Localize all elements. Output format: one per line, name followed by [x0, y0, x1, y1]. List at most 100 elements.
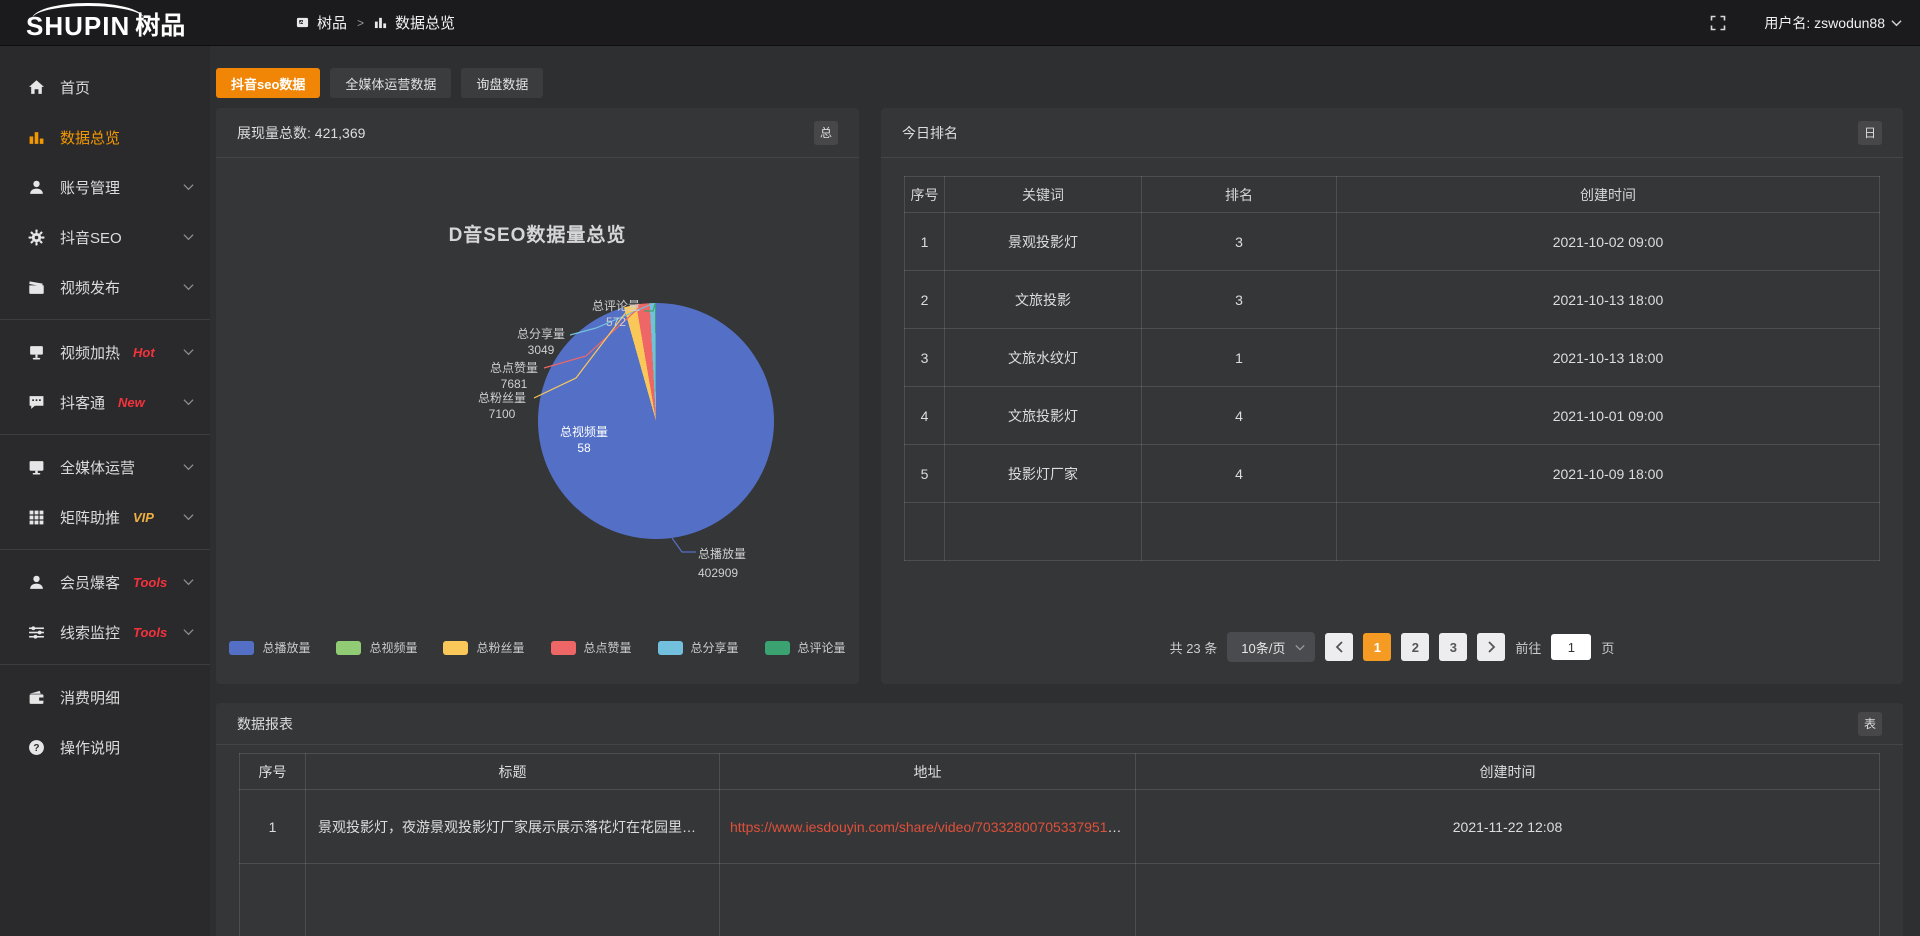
- page-button-1[interactable]: 1: [1363, 633, 1391, 661]
- tab-douyin-seo-data[interactable]: 抖音seo数据: [216, 68, 320, 98]
- tab-row: 抖音seo数据 全媒体运营数据 询盘数据: [216, 68, 1903, 98]
- sidebar-item-member-tools[interactable]: 会员爆客 Tools: [0, 557, 210, 607]
- legend-item-likes[interactable]: 总点赞量: [551, 639, 632, 656]
- sidebar-item-label: 全媒体运营: [60, 457, 135, 478]
- chevron-down-icon: [183, 578, 194, 586]
- day-badge-button[interactable]: 日: [1858, 121, 1882, 145]
- table-row: 2 文旅投影 3 2021-10-13 18:00: [905, 271, 1880, 329]
- prev-page-button[interactable]: [1325, 633, 1353, 661]
- chevron-down-icon: [183, 183, 194, 191]
- data-report-panel: 数据报表 表 序号 标题 地址 创建时间 1 景观投影灯，夜游景观投影灯厂家展示…: [216, 703, 1903, 936]
- goto-suffix: 页: [1601, 638, 1614, 657]
- app-logo: SHUPIN 树品: [0, 0, 210, 46]
- wallet-icon: [28, 688, 46, 706]
- sidebar: 首页 数据总览 账号管理 抖音SEO: [0, 46, 210, 936]
- sidebar-item-label: 视频发布: [60, 277, 120, 298]
- breadcrumb-root[interactable]: 树品: [317, 12, 347, 33]
- today-ranking-panel: 今日排名 日 序号 关键词 排名 创建时间 1 景观投影灯 3 2021-10-…: [881, 108, 1903, 684]
- sliders-icon: [28, 623, 46, 641]
- goto-page-input[interactable]: [1551, 634, 1591, 660]
- pie-label-plays: 总播放量402909: [698, 545, 818, 583]
- sidebar-item-omnimedia[interactable]: 全媒体运营: [0, 442, 210, 492]
- sidebar-item-matrix-boost[interactable]: 矩阵助推 VIP: [0, 492, 210, 542]
- chevron-down-icon: [183, 348, 194, 356]
- heat-tv-icon: [28, 343, 46, 361]
- user-menu[interactable]: 用户名: zswodun88: [1764, 13, 1902, 33]
- table-badge-button[interactable]: 表: [1858, 712, 1882, 736]
- sidebar-item-home[interactable]: 首页: [0, 62, 210, 112]
- table-row: 3 文旅水纹灯 1 2021-10-13 18:00: [905, 329, 1880, 387]
- home-icon: [28, 78, 46, 96]
- svg-text:?: ?: [33, 743, 39, 754]
- page-button-3[interactable]: 3: [1439, 633, 1467, 661]
- col-header: 标题: [306, 754, 720, 790]
- chart-legend: 总播放量 总视频量 总粉丝量 总点赞量 总分享量 总评论量: [216, 639, 859, 656]
- table-header-row: 序号 关键词 排名 创建时间: [905, 177, 1880, 213]
- sidebar-divider: [0, 434, 210, 435]
- legend-item-fans[interactable]: 总粉丝量: [443, 639, 524, 656]
- table-empty-row: [905, 503, 1880, 561]
- legend-swatch: [229, 641, 254, 655]
- legend-item-comments[interactable]: 总评论量: [765, 639, 846, 656]
- window-icon: [296, 16, 309, 29]
- sidebar-item-doukatong[interactable]: 抖客通 New: [0, 377, 210, 427]
- pie-label-fans: 总粉丝量7100: [454, 390, 550, 422]
- question-circle-icon: ?: [28, 738, 46, 756]
- sidebar-item-help[interactable]: ? 操作说明: [0, 722, 210, 772]
- sidebar-item-video-publish[interactable]: 视频发布: [0, 262, 210, 312]
- col-header: 创建时间: [1136, 754, 1880, 790]
- chat-icon: [28, 393, 46, 411]
- sidebar-item-label: 会员爆客: [60, 572, 120, 593]
- sidebar-item-label: 数据总览: [60, 127, 120, 148]
- next-page-button[interactable]: [1477, 633, 1505, 661]
- topbar-right: 用户名: zswodun88: [1710, 13, 1920, 33]
- sidebar-item-douyin-seo[interactable]: 抖音SEO: [0, 212, 210, 262]
- sidebar-divider: [0, 549, 210, 550]
- sidebar-item-data-overview[interactable]: 数据总览: [0, 112, 210, 162]
- sidebar-item-label: 账号管理: [60, 177, 120, 198]
- report-table: 序号 标题 地址 创建时间 1 景观投影灯，夜游景观投影灯厂家展示展示落花灯在花…: [239, 753, 1880, 936]
- pagination: 共 23 条 10条/页 1 2 3 前往 页: [881, 632, 1903, 662]
- tools-badge: Tools: [133, 625, 167, 640]
- clapperboard-icon: [28, 278, 46, 296]
- chevron-down-icon: [183, 513, 194, 521]
- sidebar-item-consumption[interactable]: 消费明细: [0, 672, 210, 722]
- table-row: 4 文旅投影灯 4 2021-10-01 09:00: [905, 387, 1880, 445]
- sidebar-item-video-heat[interactable]: 视频加热 Hot: [0, 327, 210, 377]
- user-icon: [28, 178, 46, 196]
- fullscreen-icon[interactable]: [1710, 15, 1726, 31]
- tab-inquiry-data[interactable]: 询盘数据: [461, 68, 543, 98]
- tools-badge: Tools: [133, 575, 167, 590]
- legend-swatch: [443, 641, 468, 655]
- user-icon: [28, 573, 46, 591]
- sidebar-item-lead-monitor[interactable]: 线索监控 Tools: [0, 607, 210, 657]
- sidebar-divider: [0, 664, 210, 665]
- chevron-down-icon: [183, 628, 194, 636]
- video-link[interactable]: https://www.iesdouyin.com/share/video/70…: [730, 819, 1136, 835]
- page-button-2[interactable]: 2: [1401, 633, 1429, 661]
- panel-title: 展现量总数: 421,369: [237, 123, 365, 143]
- col-header: 地址: [720, 754, 1136, 790]
- tab-omnimedia-data[interactable]: 全媒体运营数据: [330, 68, 451, 98]
- chevron-down-icon: [183, 233, 194, 241]
- col-header: 创建时间: [1337, 177, 1880, 213]
- bar-chart-icon: [374, 16, 387, 29]
- sidebar-item-label: 抖音SEO: [60, 227, 122, 248]
- total-badge-button[interactable]: 总: [814, 121, 838, 145]
- chart-title: D音SEO数据量总览: [216, 220, 859, 247]
- chevron-down-icon: [183, 283, 194, 291]
- breadcrumb-separator: >: [357, 16, 364, 30]
- grid-icon: [28, 508, 46, 526]
- topbar: SHUPIN 树品 树品 > 数据总览 用户名: zswodun88: [0, 0, 1920, 46]
- legend-swatch: [658, 641, 683, 655]
- chevron-left-icon: [1335, 641, 1344, 653]
- table-header-row: 序号 标题 地址 创建时间: [240, 754, 1880, 790]
- pie-label-videos: 总视频量58: [536, 424, 632, 456]
- legend-item-plays[interactable]: 总播放量: [229, 639, 310, 656]
- chevron-down-icon: [1891, 19, 1902, 27]
- sidebar-item-account[interactable]: 账号管理: [0, 162, 210, 212]
- legend-item-shares[interactable]: 总分享量: [658, 639, 739, 656]
- legend-swatch: [551, 641, 576, 655]
- page-size-select[interactable]: 10条/页: [1227, 632, 1315, 662]
- legend-item-videos[interactable]: 总视频量: [336, 639, 417, 656]
